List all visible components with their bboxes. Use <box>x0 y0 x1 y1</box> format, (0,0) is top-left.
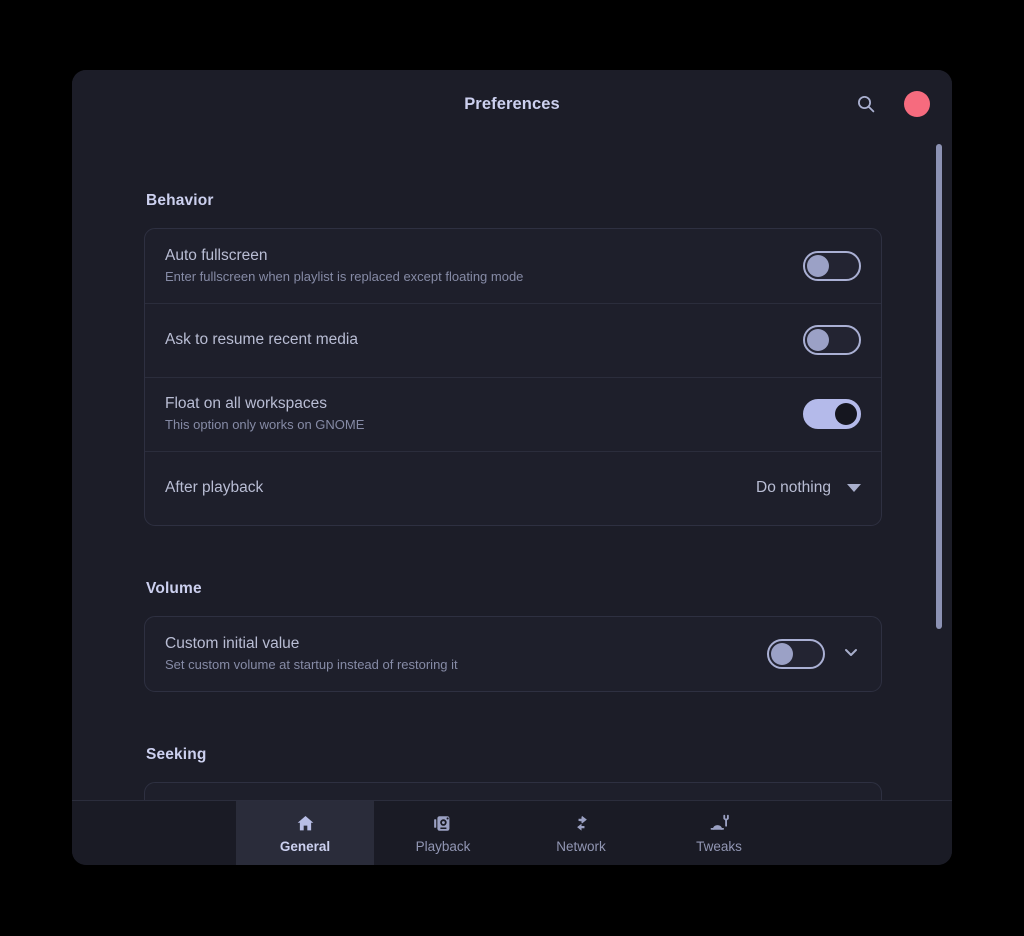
preferences-window: Preferences Behavior Auto fullscreen Ent… <box>72 70 952 865</box>
seeking-card <box>144 782 882 800</box>
header-actions <box>852 70 930 138</box>
row-subtitle: Set custom volume at startup instead of … <box>165 657 458 673</box>
section-seeking: Seeking <box>144 692 882 800</box>
row-custom-initial-value[interactable]: Custom initial value Set custom volume a… <box>145 617 881 691</box>
row-subtitle: Enter fullscreen when playlist is replac… <box>165 269 524 285</box>
behavior-card: Auto fullscreen Enter fullscreen when pl… <box>144 228 882 526</box>
expander-chevron-down-icon[interactable] <box>841 642 861 667</box>
toggle-knob <box>771 643 793 665</box>
row-subtitle: This option only works on GNOME <box>165 417 365 433</box>
tab-general[interactable]: General <box>236 801 374 865</box>
section-title-behavior: Behavior <box>146 192 214 209</box>
toggle-ask-resume[interactable] <box>803 325 861 355</box>
tab-playback[interactable]: Playback <box>374 801 512 865</box>
toggle-float-workspaces[interactable] <box>803 399 861 429</box>
search-icon[interactable] <box>852 90 880 118</box>
network-icon <box>571 812 592 834</box>
row-title: Float on all workspaces <box>165 394 327 412</box>
tab-label: General <box>279 839 331 854</box>
tab-label: Tweaks <box>696 839 742 854</box>
chevron-down-icon[interactable] <box>847 484 861 492</box>
media-icon <box>433 812 454 834</box>
scrollbar[interactable] <box>934 144 944 794</box>
section-title-seeking: Seeking <box>146 746 207 763</box>
row-title: Custom initial value <box>165 634 300 652</box>
tab-network[interactable]: Network <box>512 801 650 865</box>
nav-spacer-right <box>788 801 952 865</box>
scrollbar-thumb[interactable] <box>936 144 942 629</box>
nav-spacer-left <box>72 801 236 865</box>
section-volume: Volume Custom initial value Set custom v… <box>144 526 882 692</box>
row-title: Ask to resume recent media <box>165 330 358 348</box>
tab-label: Network <box>556 839 606 854</box>
toggle-knob <box>807 329 829 351</box>
row-float-workspaces[interactable]: Float on all workspaces This option only… <box>145 377 881 451</box>
toggle-custom-initial-value[interactable] <box>767 639 825 669</box>
preferences-scroll-area[interactable]: Behavior Auto fullscreen Enter fullscree… <box>72 138 952 800</box>
toggle-knob <box>807 255 829 277</box>
row-after-playback[interactable]: After playback Do nothing <box>145 451 881 525</box>
row-title: Auto fullscreen <box>165 246 268 264</box>
section-behavior: Behavior Auto fullscreen Enter fullscree… <box>144 138 882 526</box>
page-title: Preferences <box>464 94 560 113</box>
volume-card: Custom initial value Set custom volume a… <box>144 616 882 692</box>
close-circle-icon[interactable] <box>904 91 930 117</box>
wrench-icon <box>709 812 730 834</box>
toggle-auto-fullscreen[interactable] <box>803 251 861 281</box>
home-icon <box>295 812 316 834</box>
row-ask-resume[interactable]: Ask to resume recent media <box>145 303 881 377</box>
toggle-knob <box>835 403 857 425</box>
bottom-nav: General Playback Network Tweaks <box>72 800 952 865</box>
row-title: After playback <box>165 478 264 496</box>
tab-tweaks[interactable]: Tweaks <box>650 801 788 865</box>
section-title-volume: Volume <box>146 580 202 597</box>
window-header: Preferences <box>72 70 952 138</box>
after-playback-value: Do nothing <box>756 479 831 496</box>
tab-label: Playback <box>415 839 471 854</box>
row-auto-fullscreen[interactable]: Auto fullscreen Enter fullscreen when pl… <box>145 229 881 303</box>
